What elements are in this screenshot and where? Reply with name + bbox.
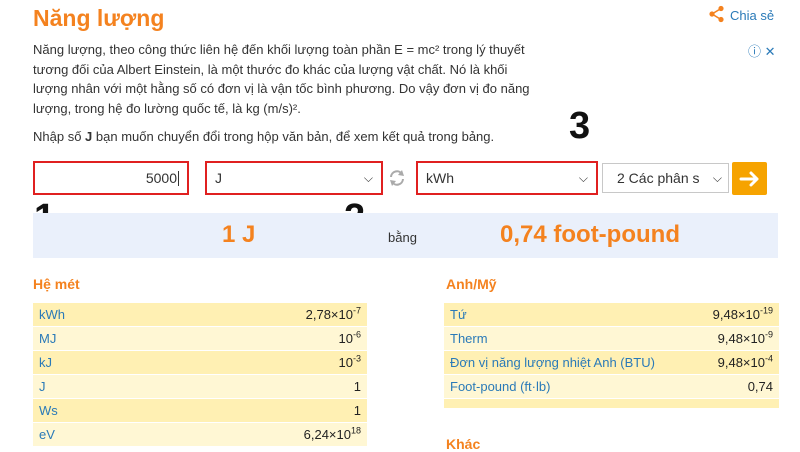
precision-select[interactable]: 2 Các phân s ⌵ <box>602 163 729 193</box>
unit-value: 0,74 <box>748 379 773 394</box>
unit-value-exponent: -3 <box>352 353 361 364</box>
unit-value-mantissa: 6,24×10 <box>303 427 351 442</box>
unit-value-exponent: -6 <box>352 329 361 340</box>
result-target: 0,74 foot-pound <box>500 221 680 248</box>
description-text: Năng lượng, theo công thức liên hệ đến k… <box>33 42 530 116</box>
table-row[interactable]: kWh 2,78×10-7 <box>33 303 367 327</box>
table-row[interactable]: Đơn vị năng lượng nhiệt Anh (BTU) 9,48×10… <box>444 351 779 375</box>
value-input[interactable]: 5000 <box>33 161 189 195</box>
unit-value-exponent: -9 <box>764 329 773 340</box>
chevron-down-icon: ⌵ <box>712 170 722 185</box>
share-label: Chia sẻ <box>730 8 775 23</box>
to-unit-value: kWh <box>426 170 454 186</box>
value-input-text: 5000 <box>145 170 177 186</box>
share-button[interactable]: Chia sẻ <box>708 5 774 26</box>
table-row[interactable]: Tứ 9,48×10-19 <box>444 303 779 327</box>
unit-value: 10-3 <box>338 353 361 370</box>
table-row[interactable]: Ws 1 <box>33 399 367 423</box>
unit-value: 6,24×1018 <box>303 425 361 442</box>
unit-value-exponent: -4 <box>764 353 773 364</box>
instruction-text: Nhập số J bạn muốn chuyển đổi trong hộp … <box>33 129 495 144</box>
refresh-icon <box>390 170 404 186</box>
share-icon <box>708 5 726 26</box>
unit-value-mantissa: 9,48×10 <box>717 331 765 346</box>
table-row[interactable]: eV 6,24×1018 <box>33 423 367 447</box>
unit-value-mantissa: 0,74 <box>747 379 773 394</box>
unit-label[interactable]: eV <box>39 427 55 442</box>
unit-label[interactable]: Đơn vị năng lượng nhiệt Anh (BTU) <box>450 355 655 370</box>
metric-heading: Hệ mét <box>33 276 80 292</box>
imperial-heading: Anh/Mỹ <box>446 276 497 292</box>
imperial-table-footer <box>444 399 779 408</box>
convert-button[interactable] <box>732 162 767 195</box>
chevron-down-icon: ⌵ <box>363 170 373 185</box>
to-unit-select[interactable]: kWh ⌵ <box>416 161 598 195</box>
table-row[interactable]: J1 <box>33 375 367 399</box>
unit-label[interactable]: MJ <box>39 331 56 346</box>
unit-label[interactable]: Tứ <box>450 307 467 322</box>
table-row[interactable]: kJ 10-3 <box>33 351 367 375</box>
unit-value: 9,48×10-4 <box>717 353 773 370</box>
imperial-table: Tứ 9,48×10-19 Therm 9,48×10-9 Đơn vị năng lư… <box>444 303 779 399</box>
unit-label[interactable]: Foot-pound (ft·lb) <box>450 379 550 394</box>
unit-value-exponent: -7 <box>352 305 361 316</box>
unit-value-mantissa: 2,78×10 <box>305 307 353 322</box>
unit-label[interactable]: kJ <box>39 355 52 370</box>
unit-value-mantissa: 10 <box>338 331 353 346</box>
ad-choices-icon[interactable]: ⓘ ✕ <box>748 41 776 60</box>
unit-value: 2,78×10-7 <box>305 305 361 322</box>
unit-value: 1 <box>354 379 361 394</box>
result-banner: 1 J bằng 0,74 foot-pound <box>33 213 778 258</box>
table-row[interactable]: MJ 10-6 <box>33 327 367 351</box>
annotation-number-3: 3 <box>569 105 591 147</box>
unit-label[interactable]: Therm <box>450 331 488 346</box>
from-unit-select[interactable]: J ⌵ <box>205 161 383 195</box>
result-source: 1 J <box>222 221 256 248</box>
metric-table: kWh 2,78×10-7 MJ 10-6 kJ 10-3 J 1 Ws 1 eV 6,24×1018 <box>33 303 367 447</box>
table-row[interactable]: Foot-pound (ft·lb) 0,74 <box>444 375 779 399</box>
unit-label[interactable]: Ws <box>39 403 58 418</box>
unit-value-exponent: -19 <box>759 305 773 316</box>
unit-value-mantissa: 10 <box>338 355 353 370</box>
unit-value-exponent: 18 <box>350 425 361 436</box>
from-unit-value: J <box>215 170 222 186</box>
unit-label[interactable]: kWh <box>39 307 65 322</box>
unit-value: 10-6 <box>338 329 361 346</box>
unit-value: 9,48×10-19 <box>712 305 773 322</box>
result-equals: bằng <box>388 230 417 245</box>
unit-value-mantissa: 1 <box>353 403 361 418</box>
precision-value: 2 Các phân s <box>617 170 700 186</box>
unit-value: 1 <box>354 403 361 418</box>
swap-units-button[interactable] <box>387 168 407 188</box>
arrow-right-icon <box>739 171 758 186</box>
unit-value-mantissa: 9,48×10 <box>717 355 765 370</box>
unit-value: 9,48×10-9 <box>717 329 773 346</box>
table-row[interactable]: Therm 9,48×10-9 <box>444 327 779 351</box>
chevron-down-icon: ⌵ <box>578 170 588 185</box>
unit-value-mantissa: 1 <box>353 379 361 394</box>
unit-value-mantissa: 9,48×10 <box>712 307 760 322</box>
unit-label[interactable]: J <box>39 379 46 394</box>
page-title: Năng lượng <box>33 5 165 31</box>
